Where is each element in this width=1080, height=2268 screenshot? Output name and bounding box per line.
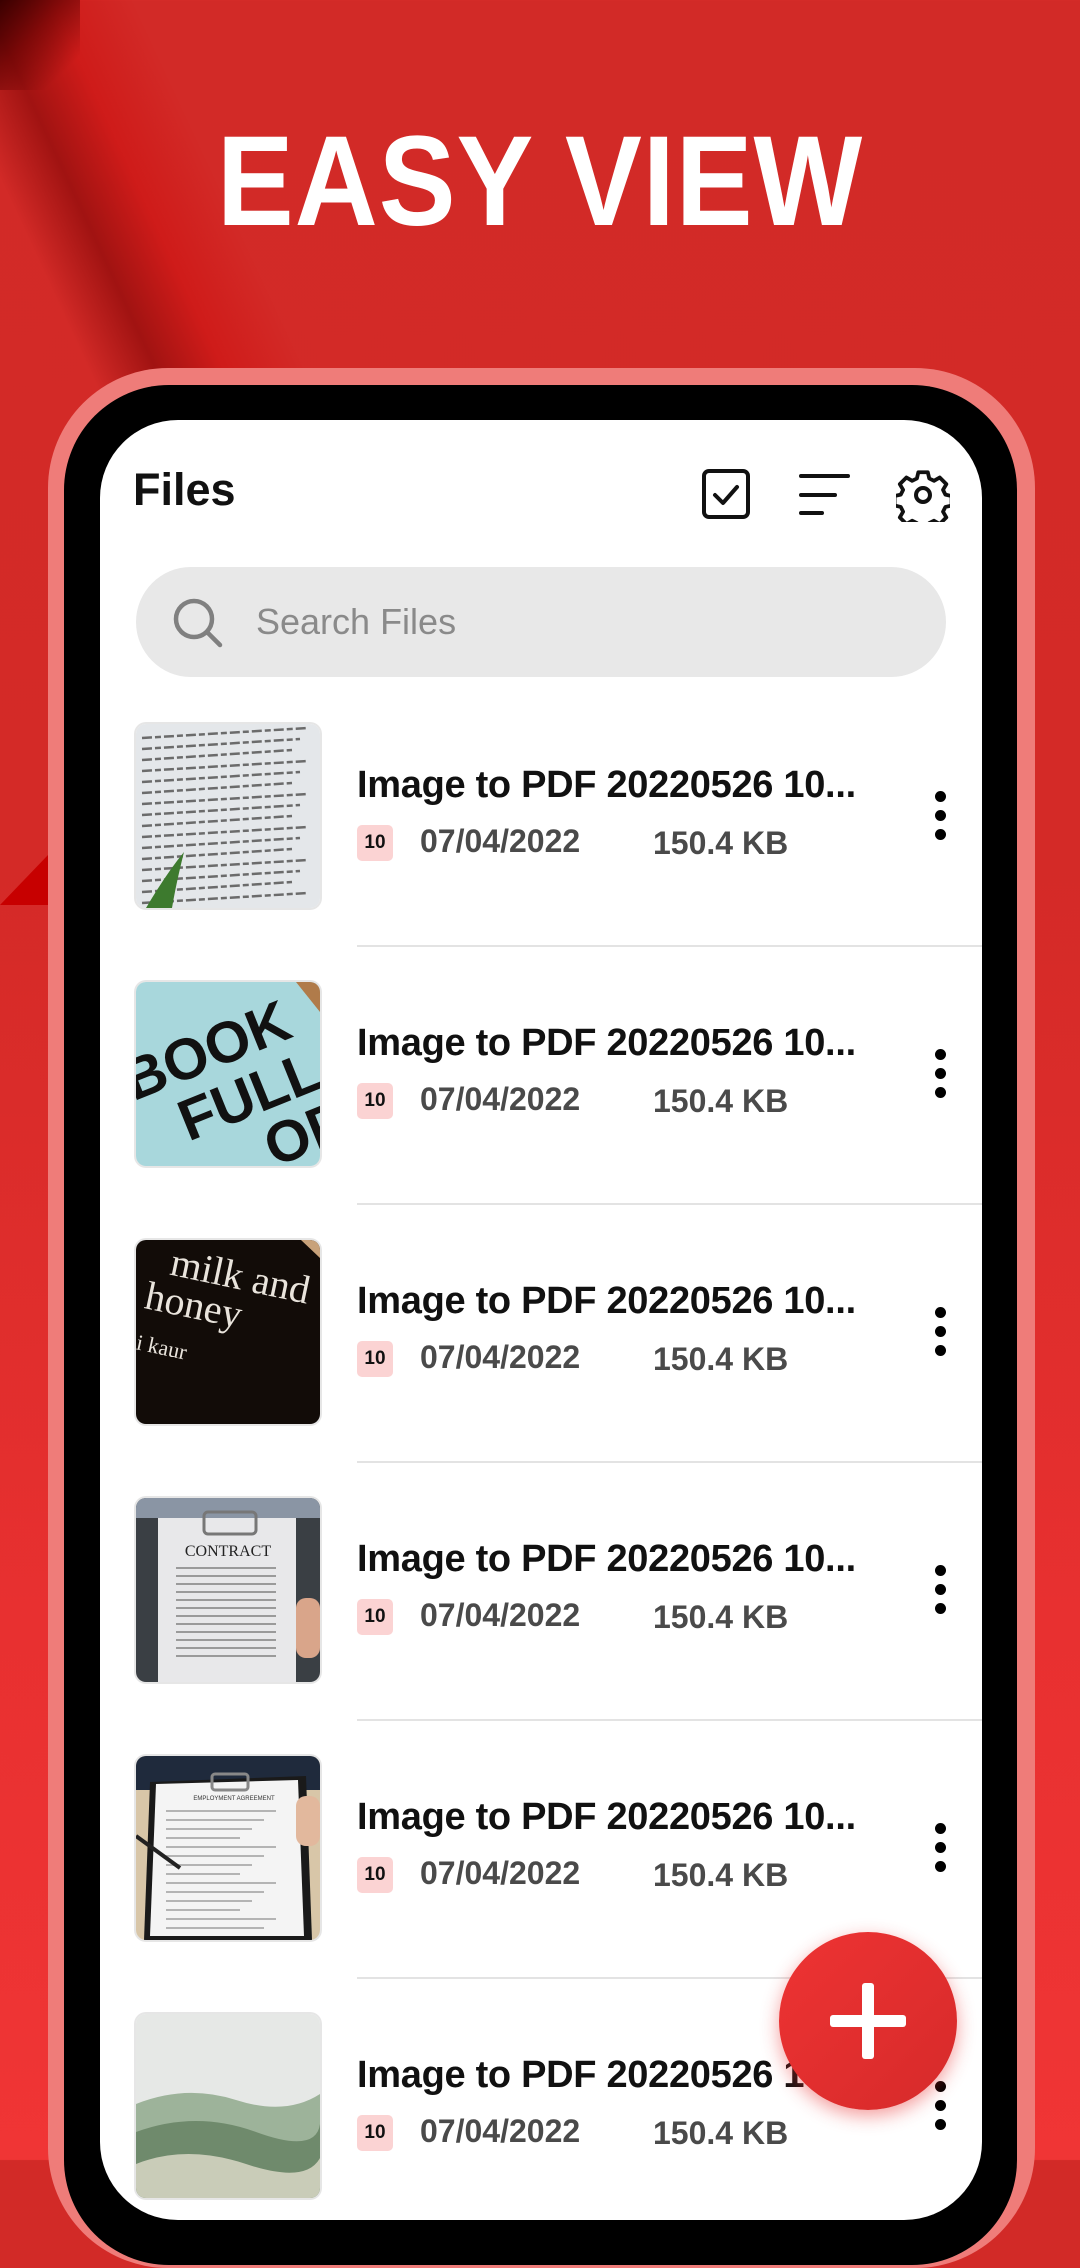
- file-list-item[interactable]: BOOK FULL OF Image to PDF 20220526 10... 1…: [100, 982, 982, 1240]
- more-options-button[interactable]: [922, 1302, 960, 1362]
- more-vertical-icon: [935, 1345, 946, 1356]
- more-options-button[interactable]: [922, 1560, 960, 1620]
- search-bar[interactable]: [136, 567, 946, 677]
- svg-text:CONTRACT: CONTRACT: [185, 1543, 271, 1560]
- more-vertical-icon: [935, 2081, 946, 2092]
- file-date: 07/04/2022: [420, 2113, 581, 2149]
- file-thumbnail: milk and honey pi kaur: [136, 1240, 320, 1424]
- file-size: 150.4 KB: [653, 825, 789, 861]
- file-list-item[interactable]: Image to PDF 20220526 10... 10 07/04/202…: [100, 724, 982, 982]
- background-decoration: [0, 0, 80, 90]
- row-divider: [357, 945, 982, 947]
- file-date: 07/04/2022: [420, 1855, 581, 1891]
- more-vertical-icon: [935, 1861, 946, 1872]
- file-name: Image to PDF 20220526 10...: [357, 1280, 856, 1322]
- file-thumbnail: [136, 2014, 320, 2198]
- file-name: Image to PDF 20220526 10...: [357, 2054, 856, 2096]
- more-vertical-icon: [935, 810, 946, 821]
- page-count-badge: 10: [357, 1599, 393, 1635]
- more-vertical-icon: [935, 829, 946, 840]
- file-date: 07/04/2022: [420, 823, 581, 859]
- more-vertical-icon: [935, 1842, 946, 1853]
- select-button[interactable]: [700, 468, 754, 522]
- sort-lines-icon: [799, 474, 850, 515]
- file-name: Image to PDF 20220526 10...: [357, 764, 856, 806]
- sort-button[interactable]: [798, 468, 852, 522]
- more-vertical-icon: [935, 1326, 946, 1337]
- page-count-badge: 10: [357, 1857, 393, 1893]
- more-vertical-icon: [935, 1087, 946, 1098]
- app-screen: Files Image to PDF 20220526 10... 10 07/: [100, 420, 982, 2220]
- file-size: 150.4 KB: [653, 1599, 789, 1635]
- file-thumbnail: EMPLOYMENT AGREEMENT: [136, 1756, 320, 1940]
- promo-headline: EASY VIEW: [216, 110, 864, 253]
- file-size: 150.4 KB: [653, 1857, 789, 1893]
- file-name: Image to PDF 20220526 10...: [357, 1022, 856, 1064]
- file-date: 07/04/2022: [420, 1081, 581, 1117]
- file-date: 07/04/2022: [420, 1597, 581, 1633]
- file-size: 150.4 KB: [653, 1341, 789, 1377]
- page-count-badge: 10: [357, 1083, 393, 1119]
- file-size: 150.4 KB: [653, 2115, 789, 2151]
- row-divider: [357, 1719, 982, 1721]
- file-size: 150.4 KB: [653, 1083, 789, 1119]
- page-count-badge: 10: [357, 1341, 393, 1377]
- more-vertical-icon: [935, 2119, 946, 2130]
- more-vertical-icon: [935, 1603, 946, 1614]
- file-list-item[interactable]: CONTRACT Image to PDF 20220526 10... 10 …: [100, 1498, 982, 1756]
- svg-text:EMPLOYMENT AGREEMENT: EMPLOYMENT AGREEMENT: [193, 1796, 275, 1802]
- row-divider: [357, 1203, 982, 1205]
- file-date: 07/04/2022: [420, 1339, 581, 1375]
- more-options-button[interactable]: [922, 1044, 960, 1104]
- gear-icon: [896, 470, 950, 522]
- checkbox-check-icon: [702, 469, 750, 519]
- more-vertical-icon: [935, 1823, 946, 1834]
- more-vertical-icon: [935, 791, 946, 802]
- page-count-badge: 10: [357, 825, 393, 861]
- more-options-button[interactable]: [922, 1818, 960, 1878]
- file-list-item[interactable]: milk and honey pi kaur Image to PDF 202205…: [100, 1240, 982, 1498]
- file-thumbnail: CONTRACT: [136, 1498, 320, 1682]
- settings-button[interactable]: [896, 468, 950, 522]
- search-input[interactable]: [256, 567, 916, 677]
- file-thumbnail: BOOK FULL OF: [136, 982, 320, 1166]
- more-vertical-icon: [935, 1307, 946, 1318]
- page-title: Files: [133, 464, 236, 515]
- search-icon: [173, 598, 223, 648]
- more-vertical-icon: [935, 1049, 946, 1060]
- more-vertical-icon: [935, 1565, 946, 1576]
- plus-icon: [862, 1983, 874, 2059]
- file-thumbnail: [136, 724, 320, 908]
- add-file-button[interactable]: [779, 1932, 957, 2110]
- more-options-button[interactable]: [922, 786, 960, 846]
- row-divider: [357, 1461, 982, 1463]
- file-name: Image to PDF 20220526 10...: [357, 1796, 856, 1838]
- file-name: Image to PDF 20220526 10...: [357, 1538, 856, 1580]
- page-count-badge: 10: [357, 2115, 393, 2151]
- more-vertical-icon: [935, 2100, 946, 2111]
- more-vertical-icon: [935, 1068, 946, 1079]
- more-vertical-icon: [935, 1584, 946, 1595]
